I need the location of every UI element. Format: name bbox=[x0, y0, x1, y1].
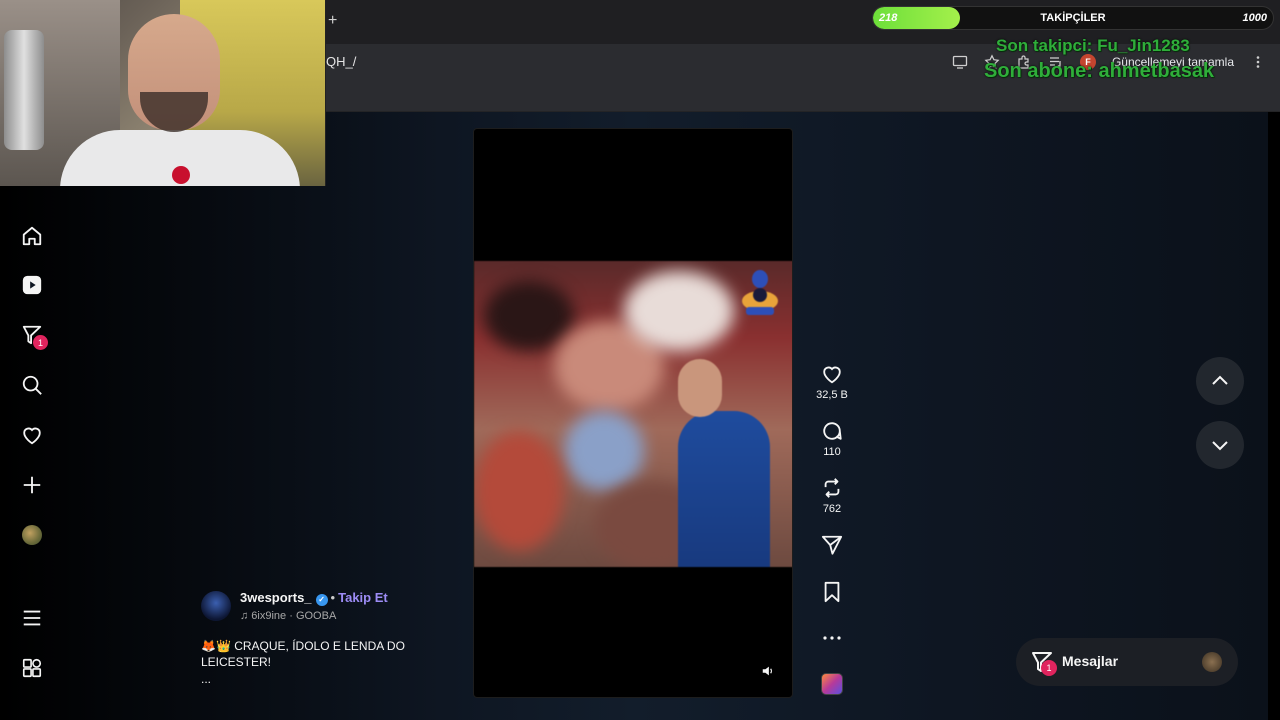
music-info[interactable]: ♫ 6ix9ine · GOOBA bbox=[240, 610, 336, 622]
notification-badge: 1 bbox=[33, 335, 48, 350]
url-field[interactable]: QH_/ bbox=[326, 54, 356, 69]
crowd-blur bbox=[484, 281, 574, 351]
webcam-urn bbox=[4, 30, 44, 150]
comment-action[interactable]: 110 bbox=[810, 419, 854, 458]
scrollbar-track[interactable] bbox=[1268, 112, 1280, 720]
reel-video-player[interactable] bbox=[473, 128, 793, 698]
new-tab-button[interactable]: + bbox=[328, 12, 337, 30]
repost-action[interactable]: 762 bbox=[810, 476, 854, 515]
more-action[interactable] bbox=[810, 626, 854, 650]
video-frame bbox=[474, 261, 792, 567]
menu-icon[interactable] bbox=[20, 606, 44, 630]
share-action[interactable] bbox=[810, 533, 854, 557]
author-avatar[interactable] bbox=[201, 591, 231, 621]
profile-avatar[interactable] bbox=[22, 525, 42, 545]
like-heart-icon[interactable] bbox=[810, 362, 854, 386]
crowd-blur bbox=[474, 431, 564, 551]
last-subscriber-text: Son abone: ahmetbasak bbox=[984, 60, 1215, 82]
webcam-shirt-logo bbox=[172, 166, 190, 184]
messages-button[interactable]: 1 Mesajlar bbox=[1016, 638, 1238, 686]
last-follower-text: Son takipci: Fu_Jin1283 bbox=[996, 36, 1190, 55]
caption-text: 🦊👑 CRAQUE, ÍDOLO E LENDA DO LEICESTER! bbox=[201, 639, 405, 669]
follower-goal: 1000 bbox=[1242, 12, 1267, 24]
comment-count: 110 bbox=[823, 446, 841, 458]
more-dots-icon[interactable] bbox=[810, 626, 854, 650]
share-send-icon[interactable] bbox=[810, 533, 854, 557]
apps-icon[interactable] bbox=[20, 656, 44, 680]
cast-icon[interactable] bbox=[952, 54, 968, 70]
follow-button[interactable]: Takip Et bbox=[338, 590, 388, 605]
reels-icon[interactable] bbox=[20, 273, 44, 297]
comment-bubble-icon[interactable] bbox=[810, 419, 854, 443]
player-jersey bbox=[678, 411, 770, 567]
home-icon[interactable] bbox=[20, 224, 44, 248]
kebab-menu-icon[interactable] bbox=[1250, 54, 1266, 70]
repost-count: 762 bbox=[822, 503, 842, 515]
like-action[interactable]: 32,5 B bbox=[810, 362, 854, 401]
previous-reel-button[interactable] bbox=[1196, 357, 1244, 405]
caption-more[interactable]: ... bbox=[201, 672, 211, 686]
player-head bbox=[678, 359, 722, 417]
crowd-blur bbox=[624, 271, 734, 351]
repost-icon[interactable] bbox=[810, 476, 854, 500]
save-action[interactable] bbox=[810, 580, 854, 604]
bookmark-icon[interactable] bbox=[810, 580, 854, 604]
heart-icon[interactable] bbox=[20, 423, 44, 447]
like-count: 32,5 B bbox=[816, 389, 848, 401]
messages-badge: 1 bbox=[1041, 660, 1057, 676]
crowd-blur bbox=[564, 411, 644, 491]
chevron-down-icon bbox=[1212, 441, 1228, 451]
messages-label: Mesajlar bbox=[1062, 653, 1119, 669]
mute-toggle-icon[interactable] bbox=[758, 661, 778, 681]
app-root: + QH_/ F Güncellemeyi tamamla 218 TAKİPÇ… bbox=[0, 0, 1280, 720]
next-reel-button[interactable] bbox=[1196, 421, 1244, 469]
chevron-up-icon bbox=[1212, 375, 1228, 385]
follower-goal-bar: 218 TAKİPÇİLER 1000 bbox=[872, 6, 1274, 30]
audio-thumbnail[interactable] bbox=[821, 673, 843, 695]
separator-dot: • bbox=[330, 590, 336, 605]
verified-badge-icon: ✓ bbox=[315, 594, 328, 606]
author-line: 3wesports_ ✓ • Takip Et bbox=[240, 590, 388, 606]
message-contact-avatar bbox=[1202, 652, 1222, 672]
follower-label: TAKİPÇİLER bbox=[1040, 12, 1106, 24]
create-icon[interactable] bbox=[20, 473, 44, 497]
webcam-overlay bbox=[0, 0, 326, 186]
channel-watermark-logo bbox=[742, 270, 778, 315]
author-username[interactable]: 3wesports_ bbox=[240, 590, 312, 605]
search-icon[interactable] bbox=[20, 373, 44, 397]
